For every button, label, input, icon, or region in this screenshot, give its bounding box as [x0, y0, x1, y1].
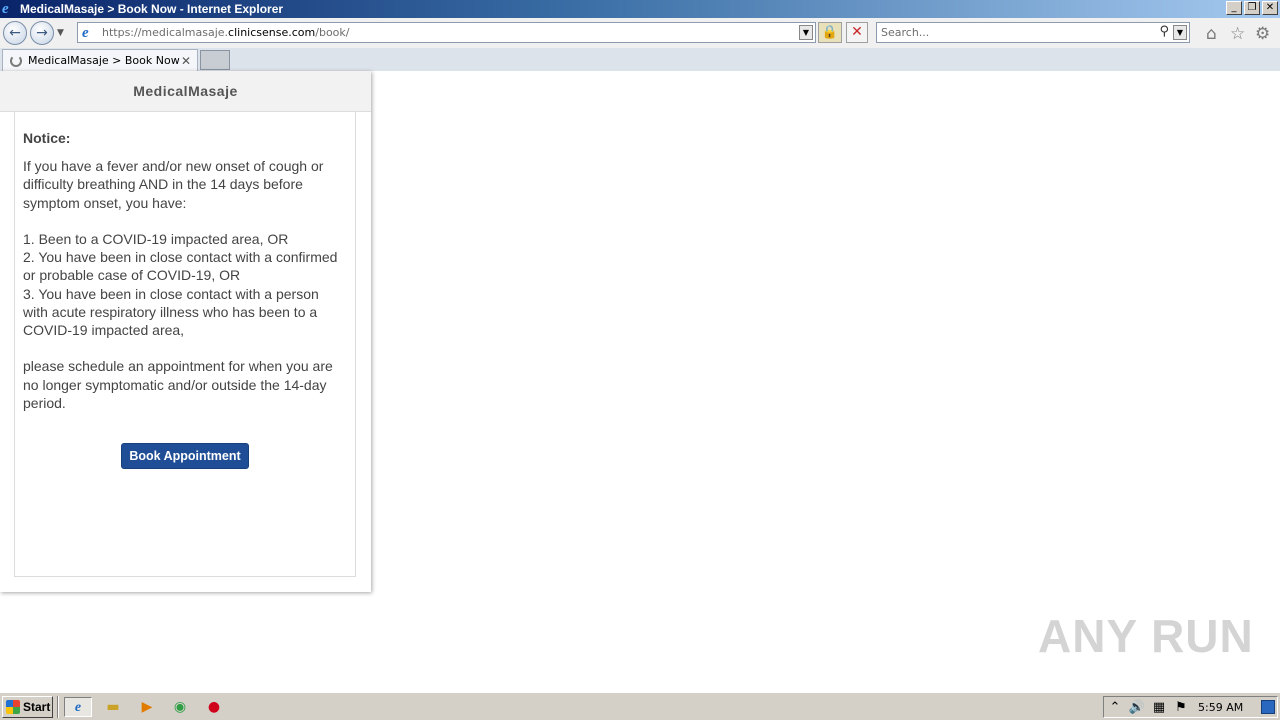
window-title: MedicalMasaje > Book Now - Internet Expl… [20, 2, 284, 16]
navigation-bar: ← → ▼ e https://medicalmasaje.clinicsens… [0, 18, 1280, 48]
close-window-button[interactable]: ✕ [1262, 1, 1278, 15]
volume-icon[interactable]: 🔊 [1126, 700, 1148, 715]
search-box[interactable]: ⚲ ▼ [876, 22, 1190, 43]
anyrun-watermark: ANY RUN [1038, 610, 1254, 662]
tab-label: MedicalMasaje > Book Now [28, 54, 180, 67]
new-tab-button[interactable] [200, 50, 230, 70]
loading-spinner-icon [10, 54, 22, 67]
folder-icon[interactable]: ▬ [99, 697, 127, 717]
notice-card: Notice: If you have a fever and/or new o… [14, 112, 356, 577]
action-center-flag-icon[interactable]: ⚑ [1170, 700, 1192, 715]
url-text[interactable]: https://medicalmasaje.clinicsense.com/bo… [102, 26, 349, 39]
booking-widget: MedicalMasaje Notice: If you have a feve… [0, 71, 371, 592]
notice-intro: If you have a fever and/or new onset of … [23, 158, 324, 211]
title-bar: e MedicalMasaje > Book Now - Internet Ex… [0, 0, 1280, 18]
address-dropdown-icon[interactable]: ▼ [799, 25, 813, 40]
lock-icon[interactable]: 🔒 [818, 22, 842, 43]
close-tab-icon[interactable]: ✕ [181, 54, 191, 68]
window-controls: _ ❐ ✕ [1226, 1, 1278, 15]
network-icon[interactable]: ▦ [1148, 700, 1170, 715]
windows-logo-icon [6, 700, 20, 714]
url-host: clinicsense.com [228, 26, 316, 39]
taskbar-separator [57, 696, 59, 718]
forward-button[interactable]: → [30, 21, 54, 45]
stop-icon[interactable]: ✕ [846, 22, 868, 43]
book-appointment-button[interactable]: Book Appointment [121, 443, 249, 469]
favorites-icon[interactable]: ☆ [1230, 24, 1245, 44]
internet-explorer-icon[interactable]: e [64, 697, 92, 717]
start-label: Start [23, 700, 51, 714]
notice-item: 3. You have been in close contact with a… [23, 285, 319, 339]
start-button[interactable]: Start [2, 696, 53, 718]
tab-medicalmasaje[interactable]: MedicalMasaje > Book Now ✕ [2, 49, 198, 71]
tab-row: MedicalMasaje > Book Now ✕ [0, 48, 1280, 71]
address-bar[interactable]: e https://medicalmasaje.clinicsense.com/… [77, 22, 816, 43]
search-input[interactable] [881, 26, 1151, 39]
internet-explorer-icon: e [2, 1, 9, 17]
chrome-icon[interactable]: ◉ [166, 697, 194, 717]
notice-title: Notice: [23, 130, 71, 146]
search-icon[interactable]: ⚲ [1159, 24, 1169, 39]
home-icon[interactable]: ⌂ [1206, 24, 1217, 44]
settings-icon[interactable]: ⚙ [1255, 24, 1270, 44]
show-hidden-icon[interactable]: ⌃ [1104, 700, 1126, 715]
page-icon: e [82, 24, 89, 41]
clock[interactable]: 5:59 AM [1198, 701, 1243, 714]
restore-button[interactable]: ❐ [1244, 1, 1260, 15]
search-dropdown-icon[interactable]: ▼ [1173, 25, 1187, 40]
media-player-icon[interactable]: ▶ [133, 697, 161, 717]
back-button[interactable]: ← [3, 21, 27, 45]
minimize-button[interactable]: _ [1226, 1, 1242, 15]
taskbar: Start e ▬ ▶ ◉ ● ⌃ 🔊 ▦ ⚑ 5:59 AM [0, 692, 1280, 720]
recent-pages-dropdown[interactable]: ▼ [57, 28, 64, 38]
url-prefix: https://medicalmasaje. [102, 26, 229, 39]
antivirus-icon[interactable]: ● [200, 697, 228, 717]
show-desktop-button[interactable] [1261, 700, 1275, 714]
notice-item: 1. Been to a COVID-19 impacted area, OR [23, 231, 289, 247]
widget-header: MedicalMasaje [0, 71, 371, 112]
notice-closing: please schedule an appointment for when … [23, 358, 333, 411]
page-viewport: MedicalMasaje Notice: If you have a feve… [0, 71, 1280, 692]
notice-item: 2. You have been in close contact with a… [23, 249, 338, 284]
url-path: /book/ [315, 26, 350, 39]
system-tray: ⌃ 🔊 ▦ ⚑ 5:59 AM [1103, 696, 1278, 718]
